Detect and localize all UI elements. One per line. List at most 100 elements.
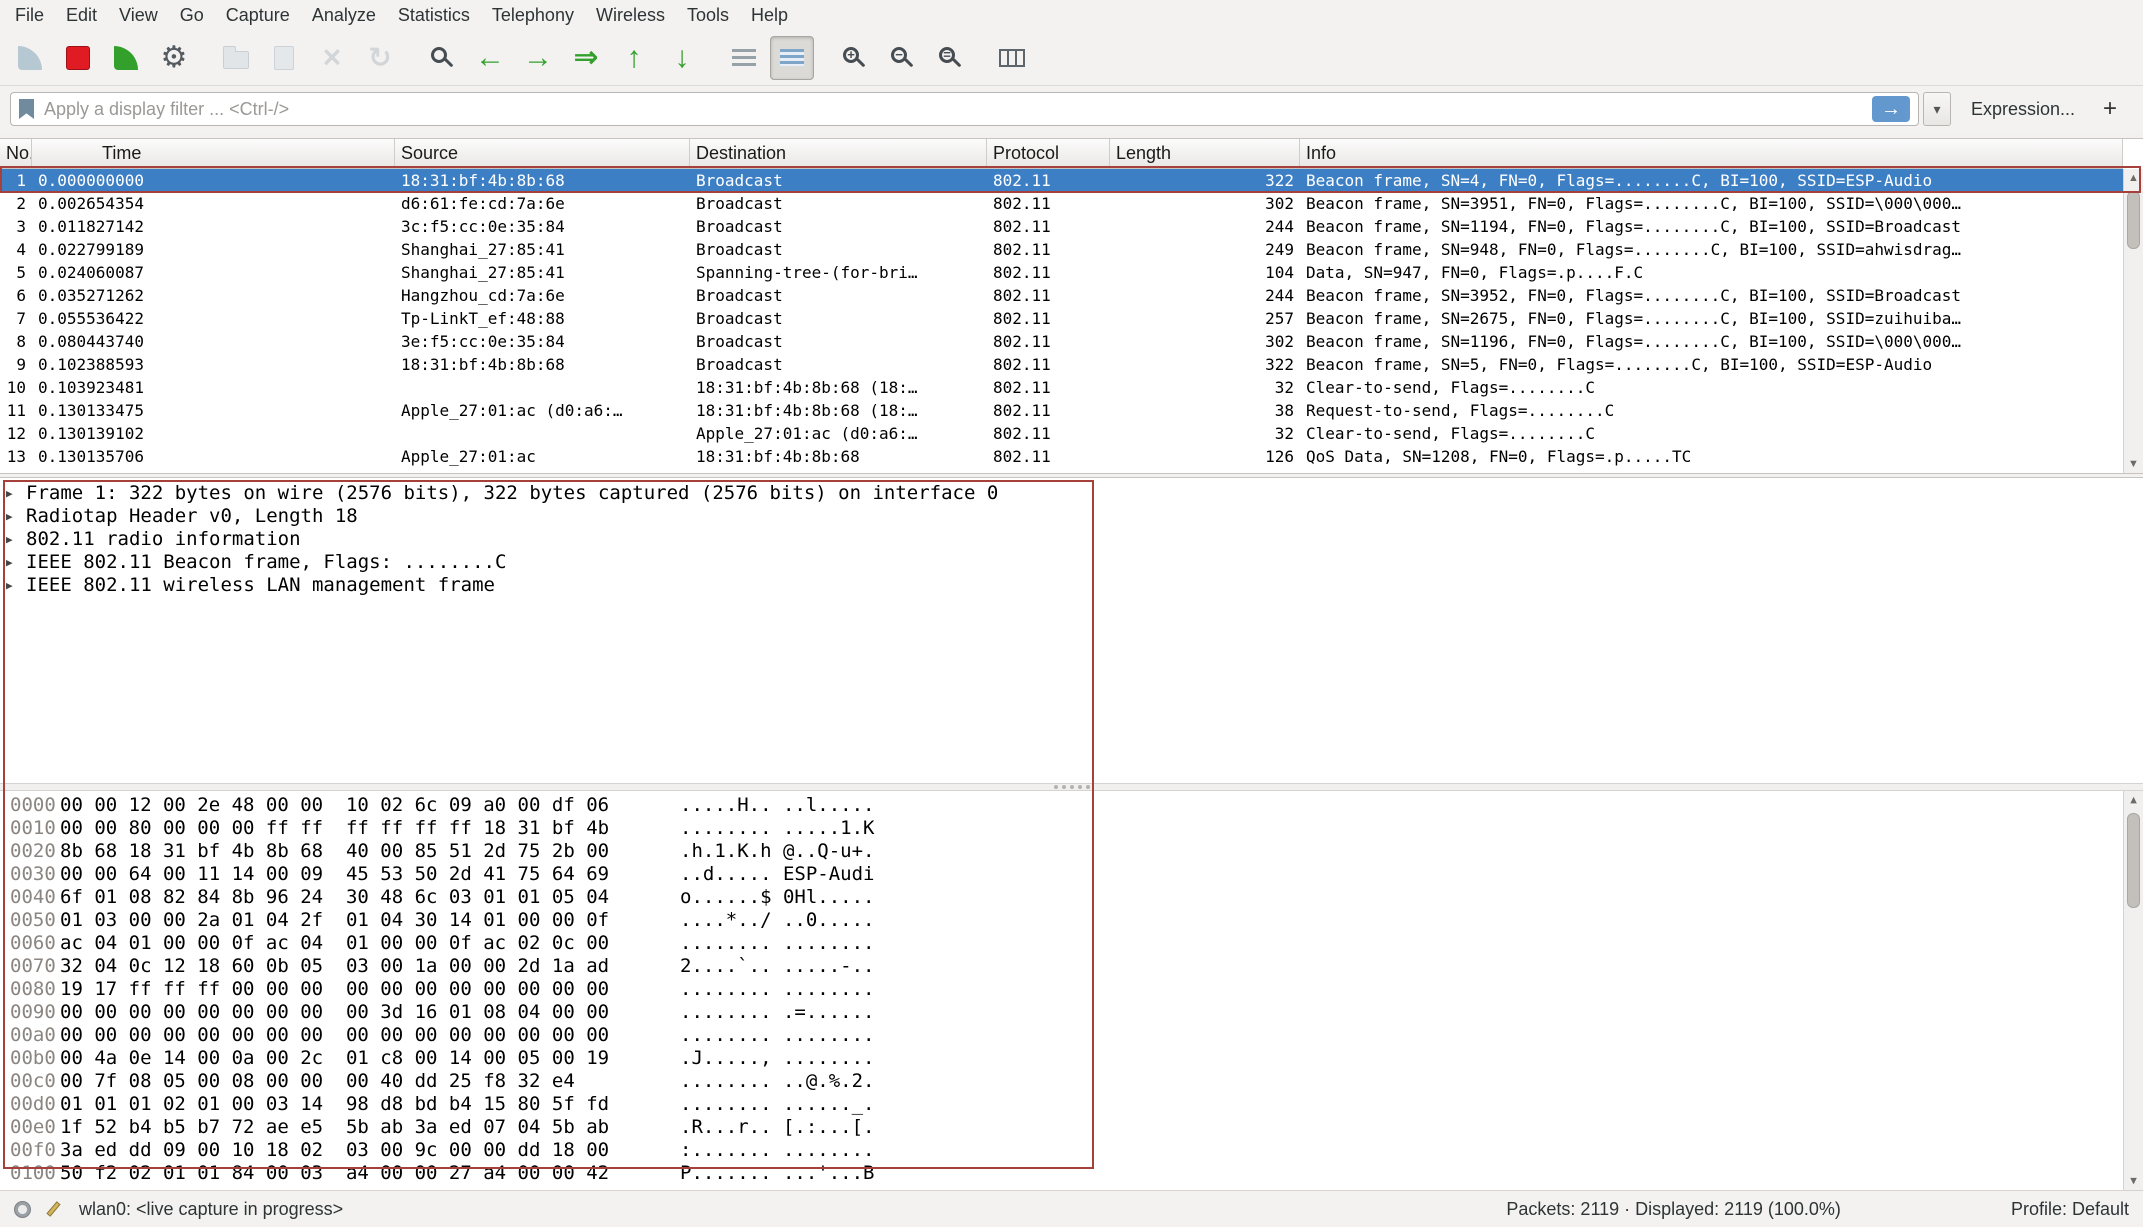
go-forward-button[interactable]: → [516, 36, 560, 80]
detail-line[interactable]: ▶Frame 1: 322 bytes on wire (2576 bits),… [0, 482, 2143, 505]
packet-row-5[interactable]: 50.024060087Shanghai_27:85:41Spanning-tr… [0, 261, 2123, 284]
menu-go[interactable]: Go [169, 2, 215, 29]
find-packet-button[interactable] [420, 36, 464, 80]
close-capture-file-button[interactable]: × [310, 36, 354, 80]
detail-line[interactable]: ▶802.11 radio information [0, 528, 2143, 551]
filter-add-button[interactable]: + [2093, 95, 2127, 123]
start-capture-button[interactable] [8, 36, 52, 80]
column-header-length[interactable]: Length [1110, 139, 1300, 168]
restart-capture-button[interactable] [104, 36, 148, 80]
hex-row[interactable]: 00208b 68 18 31 bf 4b 8b 68 40 00 85 51 … [0, 840, 2143, 863]
hex-row[interactable]: 010050 f2 02 01 01 84 00 03 a4 00 00 27 … [0, 1162, 2143, 1185]
hex-row[interactable]: 00b000 4a 0e 14 00 0a 00 2c 01 c8 00 14 … [0, 1047, 2143, 1070]
hex-row[interactable]: 007032 04 0c 12 18 60 0b 05 03 00 1a 00 … [0, 955, 2143, 978]
expander-icon[interactable]: ▶ [6, 482, 26, 505]
menu-file[interactable]: File [4, 2, 55, 29]
colorize-toggle-button[interactable] [770, 36, 814, 80]
packet-row-1[interactable]: 10.00000000018:31:bf:4b:8b:68Broadcast80… [0, 169, 2123, 192]
hex-row[interactable]: 0060ac 04 01 00 00 0f ac 04 01 00 00 0f … [0, 932, 2143, 955]
detail-line[interactable]: ▶IEEE 802.11 Beacon frame, Flags: ......… [0, 551, 2143, 574]
expander-icon[interactable]: ▶ [6, 551, 26, 574]
scroll-up-icon[interactable]: ▲ [2124, 169, 2143, 187]
menu-edit[interactable]: Edit [55, 2, 108, 29]
go-to-last-packet-button[interactable]: ↓ [660, 36, 704, 80]
menu-telephony[interactable]: Telephony [481, 2, 585, 29]
hex-row[interactable]: 00f03a ed dd 09 00 10 18 02 03 00 9c 00 … [0, 1139, 2143, 1162]
profile-button[interactable]: Profile: Default [2011, 1199, 2129, 1220]
expert-info-icon[interactable] [14, 1201, 31, 1218]
hex-row[interactable]: 009000 00 00 00 00 00 00 00 00 3d 16 01 … [0, 1001, 2143, 1024]
packet-list-scrollbar[interactable]: ▲ ▼ [2123, 169, 2143, 473]
go-to-first-packet-button[interactable]: ↑ [612, 36, 656, 80]
scroll-up-icon[interactable]: ▲ [2124, 791, 2143, 809]
capture-options-button[interactable]: ⚙ [152, 36, 196, 80]
detail-line[interactable]: ▶Radiotap Header v0, Length 18 [0, 505, 2143, 528]
go-to-packet-button[interactable]: ⇒ [564, 36, 608, 80]
packet-row-10[interactable]: 100.10392348118:31:bf:4b:8b:68 (18:…802.… [0, 376, 2123, 399]
destination-cell: Broadcast [690, 353, 987, 376]
menu-capture[interactable]: Capture [215, 2, 301, 29]
packet-row-13[interactable]: 130.130135706Apple_27:01:ac18:31:bf:4b:8… [0, 445, 2123, 468]
hex-row[interactable]: 00a000 00 00 00 00 00 00 00 00 00 00 00 … [0, 1024, 2143, 1047]
filter-dropdown-button[interactable]: ▾ [1923, 92, 1951, 126]
column-header-no[interactable]: No. [0, 139, 32, 168]
menu-statistics[interactable]: Statistics [387, 2, 481, 29]
packet-row-4[interactable]: 40.022799189Shanghai_27:85:41Broadcast80… [0, 238, 2123, 261]
open-capture-file-button[interactable] [214, 36, 258, 80]
menu-wireless[interactable]: Wireless [585, 2, 676, 29]
pane-splitter[interactable] [0, 783, 2143, 791]
stop-capture-button[interactable] [56, 36, 100, 80]
expander-icon[interactable]: ▶ [6, 574, 26, 597]
zoom-out-button[interactable]: − [880, 36, 924, 80]
packet-row-3[interactable]: 30.0118271423c:f5:cc:0e:35:84Broadcast80… [0, 215, 2123, 238]
hex-ascii: ........ ..@.%.2. [680, 1070, 874, 1093]
detail-line[interactable]: ▶IEEE 802.11 wireless LAN management fra… [0, 574, 2143, 597]
menu-view[interactable]: View [108, 2, 169, 29]
hex-row[interactable]: 008019 17 ff ff ff 00 00 00 00 00 00 00 … [0, 978, 2143, 1001]
zoom-in-button[interactable]: + [832, 36, 876, 80]
hex-ascii: ........ ........ [680, 978, 874, 1001]
menu-tools[interactable]: Tools [676, 2, 740, 29]
scrollbar-thumb[interactable] [2127, 191, 2140, 249]
scroll-down-icon[interactable]: ▼ [2124, 1172, 2143, 1190]
auto-scroll-toggle-button[interactable] [722, 36, 766, 80]
hex-scrollbar[interactable]: ▲ ▼ [2123, 791, 2143, 1190]
expander-icon[interactable]: ▶ [6, 528, 26, 551]
column-header-destination[interactable]: Destination [690, 139, 987, 168]
hex-row[interactable]: 00e01f 52 b4 b5 b7 72 ae e5 5b ab 3a ed … [0, 1116, 2143, 1139]
detail-text: IEEE 802.11 wireless LAN management fram… [26, 574, 495, 597]
expander-icon[interactable]: ▶ [6, 505, 26, 528]
menu-analyze[interactable]: Analyze [301, 2, 387, 29]
reload-capture-file-button[interactable]: ↻ [358, 36, 402, 80]
packet-row-7[interactable]: 70.055536422Tp-LinkT_ef:48:88Broadcast80… [0, 307, 2123, 330]
column-header-protocol[interactable]: Protocol [987, 139, 1110, 168]
hex-row[interactable]: 000000 00 12 00 2e 48 00 00 10 02 6c 09 … [0, 794, 2143, 817]
column-header-info[interactable]: Info [1300, 139, 2123, 168]
hex-row[interactable]: 001000 00 80 00 00 00 ff ff ff ff ff ff … [0, 817, 2143, 840]
column-header-time[interactable]: Time [32, 139, 395, 168]
go-back-button[interactable]: ← [468, 36, 512, 80]
packet-row-12[interactable]: 120.130139102Apple_27:01:ac (d0:a6:…802.… [0, 422, 2123, 445]
packet-row-6[interactable]: 60.035271262Hangzhou_cd:7a:6eBroadcast80… [0, 284, 2123, 307]
save-capture-file-button[interactable] [262, 36, 306, 80]
hex-row[interactable]: 003000 00 64 00 11 14 00 09 45 53 50 2d … [0, 863, 2143, 886]
column-header-source[interactable]: Source [395, 139, 690, 168]
hex-row[interactable]: 005001 03 00 00 2a 01 04 2f 01 04 30 14 … [0, 909, 2143, 932]
resize-columns-button[interactable] [990, 36, 1034, 80]
capture-comment-button[interactable] [43, 1199, 63, 1219]
filter-apply-icon[interactable]: → [1872, 96, 1910, 122]
hex-row[interactable]: 00406f 01 08 82 84 8b 96 24 30 48 6c 03 … [0, 886, 2143, 909]
expression-button[interactable]: Expression... [1971, 99, 2075, 120]
scroll-down-icon[interactable]: ▼ [2124, 455, 2143, 473]
packet-row-8[interactable]: 80.0804437403e:f5:cc:0e:35:84Broadcast80… [0, 330, 2123, 353]
packet-row-9[interactable]: 90.10238859318:31:bf:4b:8b:68Broadcast80… [0, 353, 2123, 376]
menu-help[interactable]: Help [740, 2, 799, 29]
hex-row[interactable]: 00d001 01 01 02 01 00 03 14 98 d8 bd b4 … [0, 1093, 2143, 1116]
scrollbar-thumb[interactable] [2127, 813, 2140, 908]
packet-row-11[interactable]: 110.130133475Apple_27:01:ac (d0:a6:…18:3… [0, 399, 2123, 422]
display-filter-input[interactable]: Apply a display filter ... <Ctrl-/> → [10, 92, 1919, 126]
hex-row[interactable]: 00c000 7f 08 05 00 08 00 00 00 40 dd 25 … [0, 1070, 2143, 1093]
filter-bookmark-icon[interactable] [19, 99, 34, 119]
packet-row-2[interactable]: 20.002654354d6:61:fe:cd:7a:6eBroadcast80… [0, 192, 2123, 215]
zoom-reset-button[interactable]: = [928, 36, 972, 80]
